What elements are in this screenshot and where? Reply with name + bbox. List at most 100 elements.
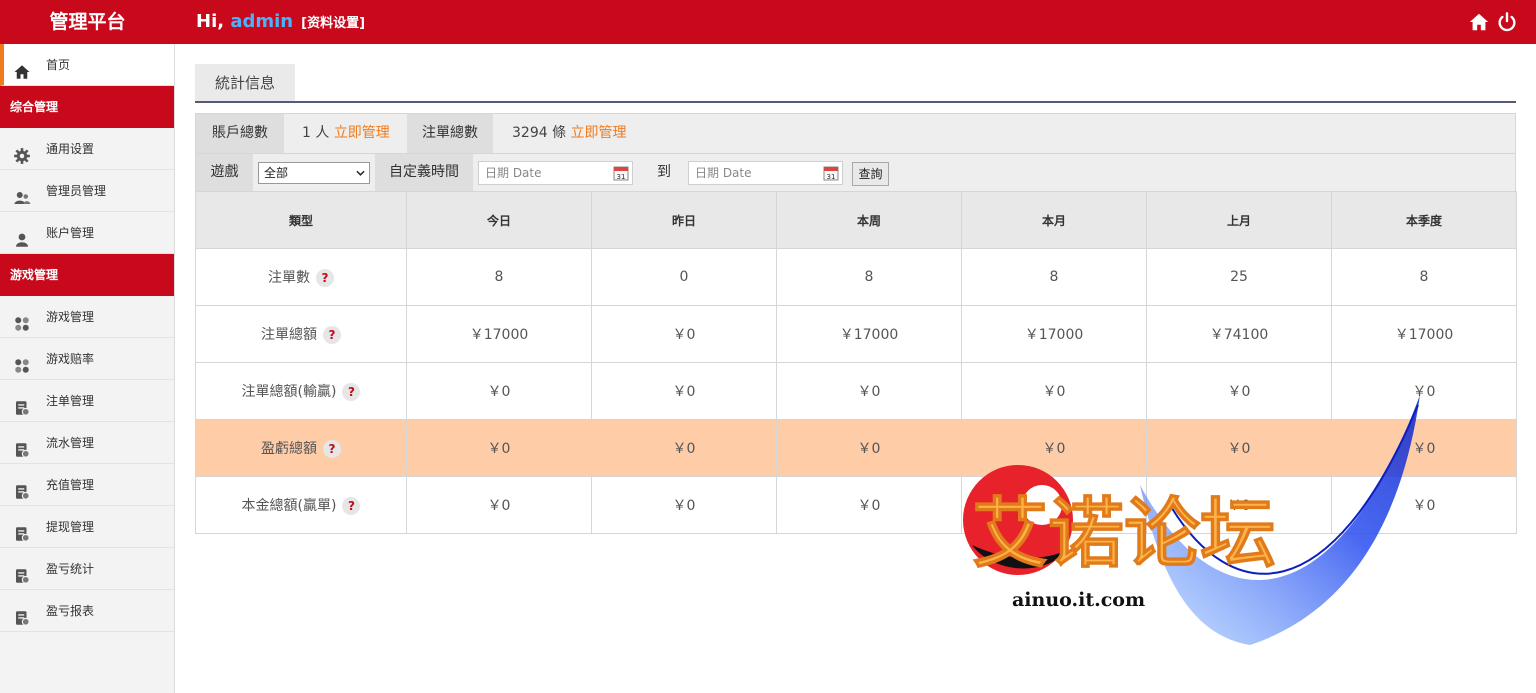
table-cell: 0: [591, 248, 777, 306]
gear-icon: [13, 140, 31, 164]
tab-underline: [195, 101, 1516, 103]
column-header-this-month: 本月: [961, 191, 1147, 249]
table-cell: ￥0: [591, 476, 777, 534]
tab-statistics[interactable]: 統計信息: [195, 64, 295, 101]
table-row: 注單總額(輸贏)? ￥0 ￥0 ￥0 ￥0 ￥0 ￥0: [195, 362, 1517, 420]
table-cell: ￥0: [1146, 419, 1332, 477]
game-select[interactable]: 全部: [258, 162, 370, 184]
start-date-input[interactable]: 日期 Date 31: [478, 161, 633, 185]
sidebar-item-label: 游戏赔率: [46, 352, 95, 366]
table-cell: ￥0: [406, 362, 592, 420]
table-cell: ￥0: [406, 476, 592, 534]
sidebar-item-label: 首页: [46, 58, 71, 72]
sidebar-item-game-odds[interactable]: 游戏赔率: [0, 338, 174, 380]
calendar-icon[interactable]: 31: [613, 165, 629, 181]
table-cell: ￥17000: [961, 305, 1147, 363]
table-cell: ￥0: [1331, 476, 1517, 534]
table-cell: ￥0: [1146, 476, 1332, 534]
profile-settings-link[interactable]: [资料设置]: [301, 16, 365, 31]
power-icon[interactable]: [1496, 11, 1518, 33]
top-bar: 管理平台 Hi, admin [资料设置]: [0, 0, 1536, 44]
sidebar-section-games: 游戏管理: [0, 254, 174, 296]
sidebar-item-recharge-management[interactable]: 充值管理: [0, 464, 174, 506]
doc-icon: [13, 518, 31, 542]
sidebar-item-label: 管理员管理: [46, 184, 107, 198]
row-label-text: 注單總額(輸贏): [241, 384, 337, 400]
row-label: 盈虧總額?: [195, 419, 407, 477]
table-cell: 8: [961, 248, 1147, 306]
summary-bar: 賬戶總數 1 人 立即管理 注單總數 3294 條 立即管理: [195, 113, 1516, 153]
sidebar-item-label: 游戏管理: [46, 310, 95, 324]
sidebar-item-profit-stats[interactable]: 盈亏统计: [0, 548, 174, 590]
row-label-text: 注單總額: [261, 327, 317, 343]
sidebar-item-label: 充值管理: [46, 478, 95, 492]
row-label: 本金總額(贏單)?: [195, 476, 407, 534]
column-header-yesterday: 昨日: [591, 191, 777, 249]
table-header-row: 類型 今日 昨日 本周 本月 上月 本季度: [195, 191, 1517, 249]
table-cell: 8: [1331, 248, 1517, 306]
table-cell: ￥17000: [776, 305, 962, 363]
column-header-this-quarter: 本季度: [1331, 191, 1517, 249]
doc-icon: [13, 476, 31, 500]
sidebar-item-label: 流水管理: [46, 436, 95, 450]
calendar-icon[interactable]: 31: [823, 165, 839, 181]
row-label-text: 本金總額(贏單): [241, 498, 337, 514]
accounts-manage-link[interactable]: 立即管理: [334, 125, 390, 141]
help-icon[interactable]: ?: [342, 383, 361, 401]
query-button[interactable]: 查詢: [852, 162, 889, 186]
users-icon: [13, 182, 31, 204]
help-icon[interactable]: ?: [323, 326, 341, 344]
table-cell: ￥0: [776, 419, 962, 477]
table-cell: ￥74100: [1146, 305, 1332, 363]
greeting: Hi, admin [资料设置]: [196, 0, 365, 44]
row-label-text: 注單數: [268, 270, 310, 286]
table-row: 注單數? 8 0 8 8 25 8: [195, 248, 1517, 306]
sidebar-item-game-management[interactable]: 游戏管理: [0, 296, 174, 338]
bets-count: 3294 條: [512, 125, 567, 141]
sidebar-item-label: 提现管理: [46, 520, 95, 534]
start-date-placeholder: 日期 Date: [485, 166, 542, 180]
game-filter-label: 遊戲: [196, 154, 253, 191]
sidebar: 首页 综合管理 通用设置 管理员管理 账户管理 游戏管理 游戏管理 游戏赔率 注…: [0, 44, 175, 693]
user-icon: [13, 224, 31, 247]
statistics-table: 類型 今日 昨日 本周 本月 上月 本季度 注單數? 8 0 8 8 25 8 …: [195, 191, 1517, 534]
column-header-today: 今日: [406, 191, 592, 249]
table-cell: ￥17000: [406, 305, 592, 363]
sidebar-item-admin-management[interactable]: 管理员管理: [0, 170, 174, 212]
sidebar-item-withdraw-management[interactable]: 提现管理: [0, 506, 174, 548]
table-cell: 8: [776, 248, 962, 306]
bets-manage-link[interactable]: 立即管理: [571, 125, 627, 141]
help-icon[interactable]: ?: [316, 269, 334, 287]
sidebar-item-general-settings[interactable]: 通用设置: [0, 128, 174, 170]
help-icon[interactable]: ?: [323, 440, 341, 458]
accounts-count: 1 人: [302, 125, 330, 141]
end-date-input[interactable]: 日期 Date 31: [688, 161, 843, 185]
row-label-text: 盈虧總額: [261, 441, 317, 457]
help-icon[interactable]: ?: [342, 497, 361, 515]
sidebar-item-label: 注单管理: [46, 394, 95, 408]
grid-icon: [13, 308, 31, 331]
accounts-total-value: 1 人 立即管理: [302, 114, 390, 153]
sidebar-item-profit-report[interactable]: 盈亏报表: [0, 590, 174, 632]
column-header-this-week: 本周: [776, 191, 962, 249]
doc-icon: [13, 602, 31, 626]
table-row: 本金總額(贏單)? ￥0 ￥0 ￥0 ￥0 ￥0 ￥0: [195, 476, 1517, 534]
doc-icon: [13, 560, 31, 584]
table-cell: 25: [1146, 248, 1332, 306]
row-label: 注單數?: [195, 248, 407, 306]
table-cell: ￥0: [1331, 362, 1517, 420]
sidebar-item-home[interactable]: 首页: [0, 44, 174, 86]
table-cell: ￥0: [1146, 362, 1332, 420]
sidebar-item-flow-management[interactable]: 流水管理: [0, 422, 174, 464]
chevron-down-icon: [356, 170, 365, 176]
home-icon[interactable]: [1468, 11, 1490, 33]
table-cell: ￥0: [591, 362, 777, 420]
brand-title: 管理平台: [49, 11, 126, 33]
table-cell: ￥0: [591, 419, 777, 477]
sidebar-item-bet-management[interactable]: 注单管理: [0, 380, 174, 422]
sidebar-item-label: 通用设置: [46, 142, 95, 156]
game-select-value: 全部: [264, 166, 289, 180]
sidebar-item-account-management[interactable]: 账户管理: [0, 212, 174, 254]
row-label: 注單總額?: [195, 305, 407, 363]
column-header-last-month: 上月: [1146, 191, 1332, 249]
